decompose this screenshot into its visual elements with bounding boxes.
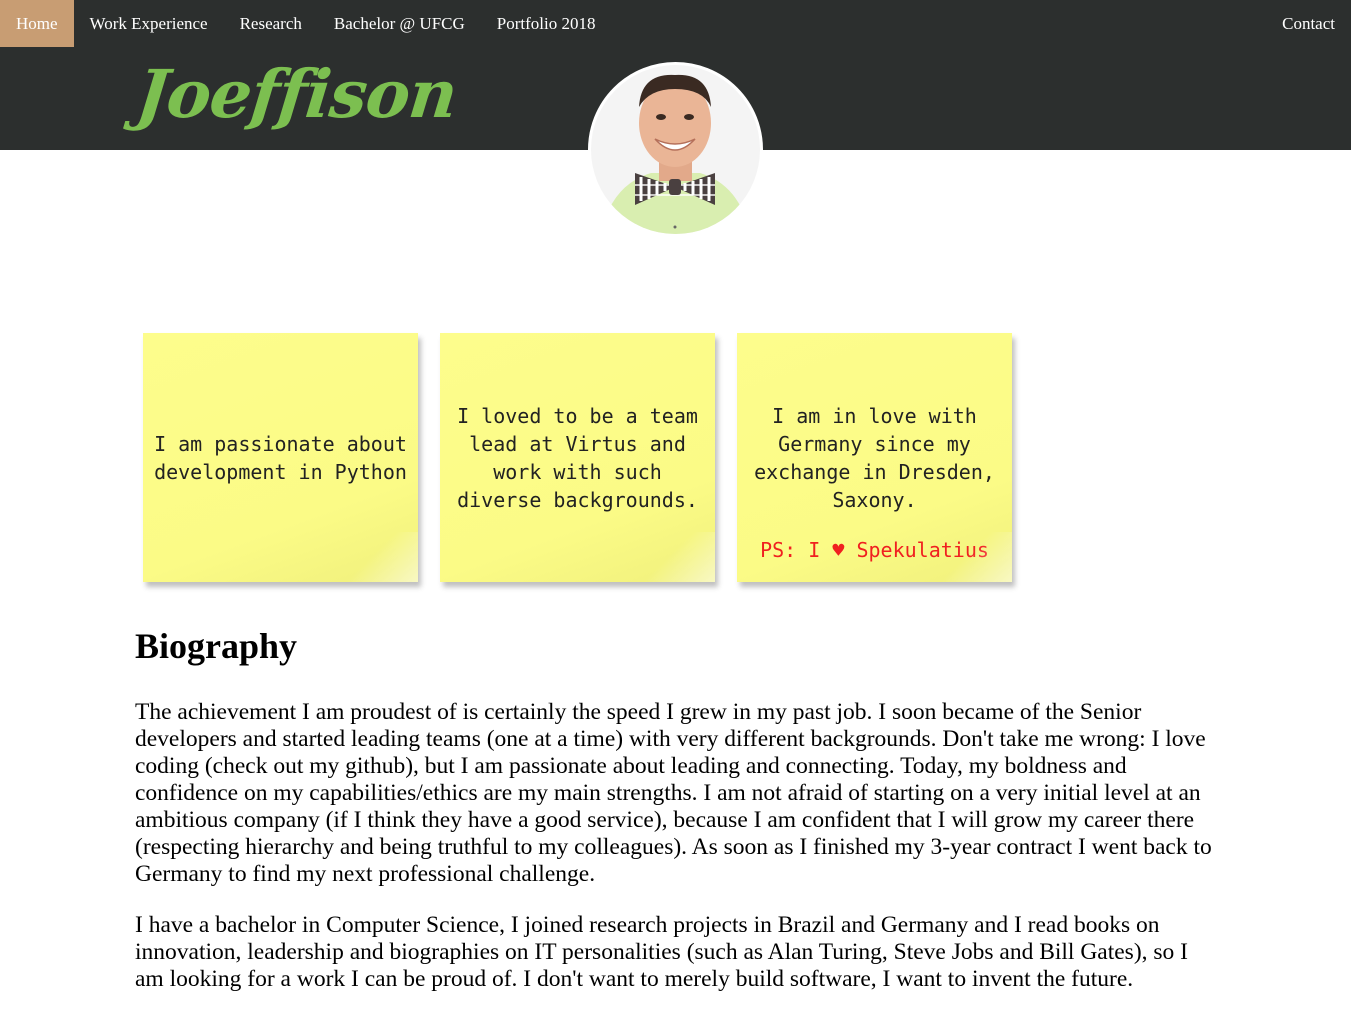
sticky-note-virtus: I loved to be a team lead at Virtus and … [440,333,715,582]
avatar-portrait-image [591,65,760,234]
sticky-notes: I am passionate about development in Pyt… [143,333,1013,593]
avatar [588,62,763,237]
brand-logo-text[interactable]: Joeffison [133,55,461,134]
heart-icon: ♥ [832,537,845,562]
nav-home[interactable]: Home [0,0,74,47]
sticky-note-text: I am in love with Germany since my excha… [754,403,995,512]
nav-portfolio-2018[interactable]: Portfolio 2018 [481,0,612,47]
biography-paragraph-2: I have a bachelor in Computer Science, I… [135,912,1189,992]
sticky-note-text: I am passionate about development in Pyt… [154,431,407,484]
sticky-note-text: I loved to be a team lead at Virtus and … [457,403,698,512]
nav-work-experience[interactable]: Work Experience [74,0,224,47]
biography-paragraph-1: The achievement I am proudest of is cert… [135,699,1212,887]
ps-suffix: Spekulatius [856,537,989,562]
nav-bachelor-ufcg[interactable]: Bachelor @ UFCG [318,0,481,47]
nav-research[interactable]: Research [224,0,318,47]
nav-contact[interactable]: Contact [1266,0,1351,47]
sticky-note-python: I am passionate about development in Pyt… [143,333,418,582]
top-nav: Home Work Experience Research Bachelor @… [0,0,1351,47]
biography-heading: Biography [135,626,298,666]
sticky-note-ps: PS: I ♥ Spekulatius [760,536,989,564]
ps-prefix: PS: I [760,537,821,562]
sticky-note-germany: I am in love with Germany since my excha… [737,333,1012,582]
